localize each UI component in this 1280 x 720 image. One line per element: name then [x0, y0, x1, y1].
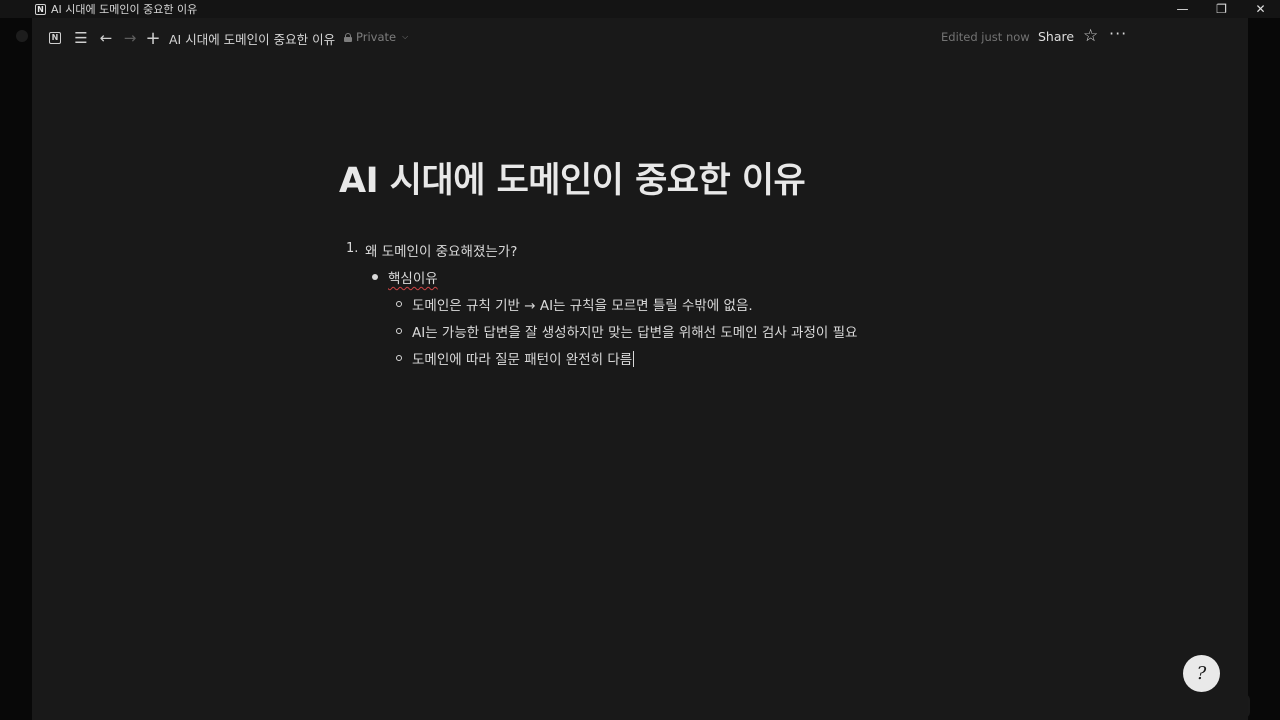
top-bar: N ☰ ← → + AI 시대에 도메인이 중요한 이유 Private ⌵ E… [32, 18, 1248, 58]
left-background-strip [0, 18, 32, 720]
privacy-label: Private [356, 30, 397, 44]
window-title: AI 시대에 도메인이 중요한 이유 [51, 3, 198, 16]
edited-status: Edited just now [941, 30, 1030, 44]
lock-icon [344, 32, 352, 42]
close-icon[interactable]: ✕ [1241, 0, 1280, 18]
notion-app-icon: N [35, 3, 46, 15]
forward-arrow-icon[interactable]: → [120, 28, 140, 48]
favorite-star-icon[interactable]: ☆ [1083, 26, 1098, 46]
minimize-icon[interactable]: — [1163, 0, 1202, 18]
text-cursor [633, 351, 635, 367]
privacy-selector[interactable]: Private ⌵ [344, 30, 408, 44]
sub-bullet-text: 도메인에 따라 질문 패턴이 완전히 다름 [412, 352, 633, 368]
bullet-circle-icon [396, 301, 402, 307]
new-page-plus-icon[interactable]: + [143, 28, 163, 49]
more-options-icon[interactable]: ··· [1109, 24, 1127, 43]
back-arrow-icon[interactable]: ← [96, 28, 116, 48]
share-button[interactable]: Share [1038, 29, 1074, 44]
bullet-circle-icon [396, 328, 402, 334]
sub-bullet-item[interactable]: 도메인에 따라 질문 패턴이 완전히 다름 [412, 348, 635, 368]
list-number: 1. [346, 241, 359, 256]
numbered-list-item[interactable]: 왜 도메인이 중요해졌는가? [365, 240, 517, 260]
breadcrumb-page-title[interactable]: AI 시대에 도메인이 중요한 이유 [169, 29, 335, 48]
bullet-list-item[interactable]: 핵심이유 [388, 267, 438, 287]
notion-logo-icon[interactable]: N [45, 28, 65, 48]
bullet-disc-icon [372, 274, 378, 280]
sub-bullet-item[interactable]: AI는 가능한 답변을 잘 생성하지만 맞는 답변을 위해선 도메인 검사 과정… [412, 321, 857, 341]
page-title[interactable]: AI 시대에 도메인이 중요한 이유 [339, 152, 806, 203]
window-controls: — ❐ ✕ [1163, 0, 1280, 18]
chevron-down-icon: ⌵ [402, 32, 409, 41]
sidebar-menu-icon[interactable]: ☰ [71, 28, 91, 48]
background-dot [16, 30, 28, 42]
right-background-strip [1238, 18, 1280, 720]
notion-app: N ☰ ← → + AI 시대에 도메인이 중요한 이유 Private ⌵ E… [32, 18, 1248, 720]
bullet-circle-icon [396, 355, 402, 361]
os-title-bar: N AI 시대에 도메인이 중요한 이유 — ❐ ✕ [0, 0, 1280, 18]
help-icon[interactable]: ? [1183, 655, 1220, 692]
sub-bullet-item[interactable]: 도메인은 규칙 기반 → AI는 규칙을 모르면 틀릴 수밖에 없음. [412, 294, 753, 314]
restore-icon[interactable]: ❐ [1202, 0, 1241, 18]
spellcheck-text: 핵심이유 [388, 271, 438, 287]
